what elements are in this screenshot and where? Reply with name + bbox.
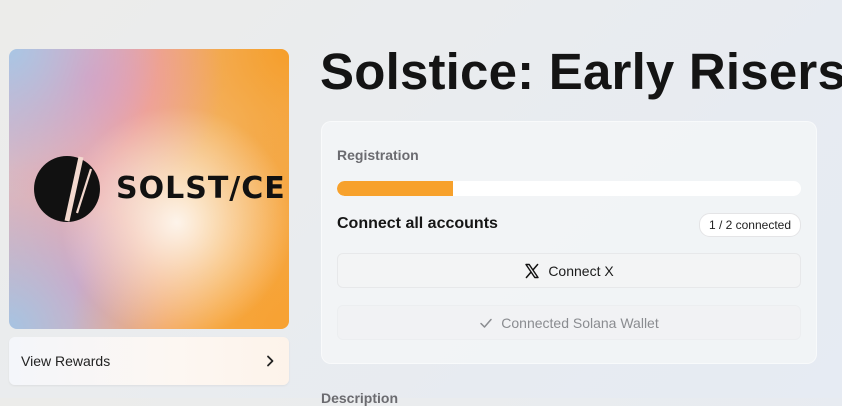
view-rewards-button[interactable]: View Rewards	[9, 337, 289, 385]
connected-wallet-button: Connected Solana Wallet	[337, 305, 801, 340]
brand-wordmark: SOLST/CE	[116, 171, 286, 206]
description-heading: Description	[321, 390, 399, 406]
event-cover-image: SOLST/CE	[9, 49, 289, 329]
connect-x-label: Connect X	[548, 262, 614, 279]
chevron-right-icon	[267, 355, 274, 367]
page-title: Solstice: Early Risers	[320, 43, 842, 100]
registration-progress-fill	[337, 181, 453, 196]
registration-panel: Registration Connect all accounts 1 / 2 …	[321, 121, 817, 364]
connect-x-button[interactable]: Connect X	[337, 253, 801, 288]
connected-wallet-label: Connected Solana Wallet	[501, 314, 659, 331]
connected-count-badge: 1 / 2 connected	[698, 213, 801, 237]
checkmark-icon	[480, 318, 493, 328]
view-rewards-label: View Rewards	[21, 353, 111, 369]
registration-progress-bar	[337, 181, 801, 196]
registration-label: Registration	[337, 147, 419, 163]
connect-accounts-heading: Connect all accounts	[337, 215, 498, 232]
x-logo-icon	[525, 263, 540, 278]
solstice-logo-icon	[34, 156, 100, 222]
